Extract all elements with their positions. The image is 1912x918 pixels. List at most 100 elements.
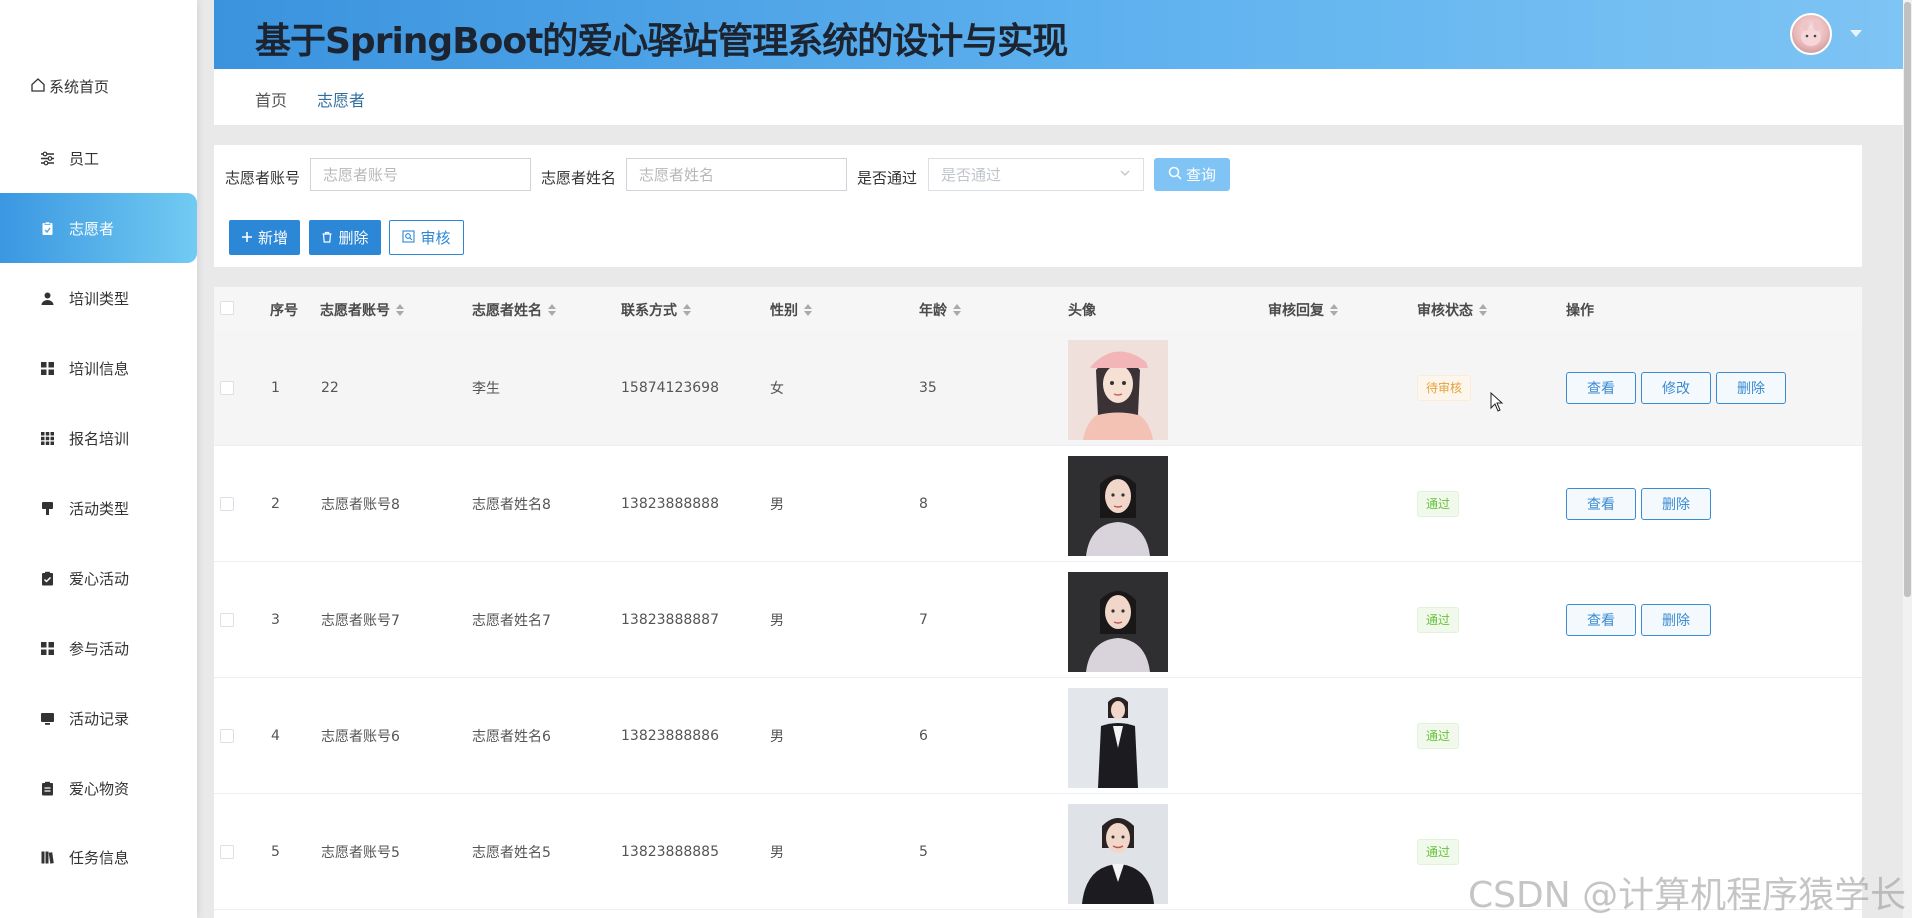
delete-button[interactable]: 删除: [309, 220, 381, 255]
sidebar-item-label: 员工: [69, 149, 100, 168]
volunteer-table: 序号 志愿者账号 志愿者姓名 联系方式 性别 年龄 头像 审核回复 审核状态 操…: [214, 287, 1862, 918]
sort-icon[interactable]: [804, 304, 812, 316]
view-button[interactable]: 查看: [1566, 371, 1636, 404]
query-button[interactable]: 查询: [1154, 158, 1230, 191]
sort-icon[interactable]: [1479, 304, 1487, 316]
mouse-cursor-icon: [1490, 391, 1504, 416]
sidebar-item-activity-type[interactable]: 活动类型: [0, 473, 197, 543]
row-checkbox[interactable]: [220, 845, 234, 859]
sidebar-item-training-info[interactable]: 培训信息: [0, 333, 197, 403]
breadcrumb: 首页 志愿者: [214, 69, 1904, 125]
cell-gender: 女: [770, 380, 784, 397]
home-icon: [30, 77, 46, 97]
account-search-input[interactable]: [310, 158, 531, 191]
cell-gender: 男: [770, 496, 784, 513]
breadcrumb-home[interactable]: 首页: [255, 87, 287, 111]
book-icon: [40, 850, 55, 865]
sidebar-item-enroll-training[interactable]: 报名培训: [0, 403, 197, 473]
volunteer-photo: [1068, 456, 1168, 556]
avatar[interactable]: [1790, 13, 1832, 55]
cell-name: 志愿者姓名7: [472, 612, 551, 629]
sidebar-item-staff[interactable]: 员工: [0, 123, 197, 193]
scrollbar-thumb[interactable]: [1904, 2, 1911, 597]
search-icon: [1168, 166, 1182, 184]
user-menu-caret-icon[interactable]: [1850, 30, 1862, 37]
sidebar-item-home[interactable]: 系统首页: [30, 76, 109, 97]
header-status[interactable]: 审核状态: [1417, 300, 1487, 320]
sidebar-item-label: 任务信息: [69, 848, 130, 867]
header-age[interactable]: 年龄: [919, 300, 961, 320]
cell-phone: 13823888887: [621, 611, 719, 628]
trash-icon: [321, 229, 333, 247]
clipboard-check-icon: [40, 571, 55, 586]
row-delete-button[interactable]: 删除: [1641, 487, 1711, 520]
view-button[interactable]: 查看: [1566, 603, 1636, 636]
grid-icon: [40, 641, 55, 656]
delete-button-label: 删除: [338, 229, 369, 247]
monitor-icon: [40, 711, 55, 726]
sidebar-item-task-info[interactable]: 任务信息: [0, 822, 197, 892]
header-photo: 头像: [1068, 303, 1096, 319]
add-button[interactable]: 新增: [229, 220, 300, 255]
sidebar-item-label: 志愿者: [69, 219, 115, 238]
name-search-input[interactable]: [626, 158, 847, 191]
row-delete-button[interactable]: 删除: [1641, 603, 1711, 636]
header-index: 序号: [270, 303, 298, 319]
sort-icon[interactable]: [953, 304, 961, 316]
clipboard-icon: [40, 221, 55, 236]
header-reply[interactable]: 审核回复: [1268, 300, 1338, 320]
row-checkbox[interactable]: [220, 497, 234, 511]
sidebar-item-join-activity[interactable]: 参与活动: [0, 613, 197, 683]
row-checkbox[interactable]: [220, 729, 234, 743]
add-button-label: 新增: [257, 229, 288, 247]
row-delete-button[interactable]: 删除: [1716, 371, 1786, 404]
cell-age: 5: [919, 843, 928, 860]
sort-icon[interactable]: [683, 304, 691, 316]
breadcrumb-current: 志愿者: [317, 91, 366, 110]
audit-button[interactable]: 审核: [389, 220, 464, 255]
search-panel: 志愿者账号 志愿者姓名 是否通过 是否通过 查询 新增 删除 审核: [214, 145, 1862, 267]
row-checkbox[interactable]: [220, 381, 234, 395]
page-scrollbar[interactable]: [1903, 0, 1912, 918]
sort-icon[interactable]: [548, 304, 556, 316]
select-all-checkbox[interactable]: [220, 301, 234, 315]
sidebar-item-volunteer[interactable]: 志愿者: [0, 193, 197, 263]
view-button[interactable]: 查看: [1566, 487, 1636, 520]
status-badge: 通过: [1417, 606, 1460, 633]
avatar-icon: [1801, 19, 1821, 46]
plus-icon: [241, 229, 253, 247]
cell-name: 李生: [472, 380, 500, 397]
cell-gender: 男: [770, 728, 784, 745]
header-account[interactable]: 志愿者账号: [320, 300, 404, 320]
user-icon: [40, 291, 55, 306]
table-row[interactable]: 4 志愿者账号6 志愿者姓名6 13823888886 男 6 通过: [214, 678, 1862, 794]
table-row[interactable]: 2 志愿者账号8 志愿者姓名8 13823888888 男 8 通过 查看 删除: [214, 446, 1862, 562]
sidebar-item-love-supplies[interactable]: 爱心物资: [0, 753, 197, 823]
cell-age: 7: [919, 611, 928, 628]
sidebar-item-label: 活动记录: [69, 709, 130, 728]
header-ops: 操作: [1566, 303, 1594, 319]
chevron-down-icon: [1119, 167, 1131, 182]
sidebar-item-training-type[interactable]: 培训类型: [0, 263, 197, 333]
sidebar-item-activity-log[interactable]: 活动记录: [0, 683, 197, 753]
brush-icon: [40, 501, 55, 516]
row-checkbox[interactable]: [220, 613, 234, 627]
sidebar-item-love-activity[interactable]: 爱心活动: [0, 543, 197, 613]
sort-icon[interactable]: [1330, 304, 1338, 316]
sort-icon[interactable]: [396, 304, 404, 316]
header-gender[interactable]: 性别: [770, 300, 812, 320]
sidebar: 系统首页 员工 志愿者 培训类型 培训信息 报名培训 活动类型 爱心活动 参与活…: [0, 0, 197, 918]
grid-icon: [40, 361, 55, 376]
edit-button[interactable]: 修改: [1641, 371, 1711, 404]
cell-gender: 男: [770, 612, 784, 629]
header-name[interactable]: 志愿者姓名: [472, 300, 556, 320]
header-phone[interactable]: 联系方式: [621, 300, 691, 320]
pass-select[interactable]: 是否通过: [928, 158, 1144, 191]
status-badge: 待审核: [1417, 374, 1472, 401]
volunteer-photo: [1068, 804, 1168, 904]
table-row[interactable]: 1 22 李生 15874123698 女 35 待审核 查看 修改 删除: [214, 330, 1862, 446]
cell-age: 35: [919, 379, 937, 396]
volunteer-photo: [1068, 688, 1168, 788]
sidebar-item-label: 报名培训: [69, 429, 130, 448]
table-row[interactable]: 3 志愿者账号7 志愿者姓名7 13823888887 男 7 通过 查看 删除: [214, 562, 1862, 678]
